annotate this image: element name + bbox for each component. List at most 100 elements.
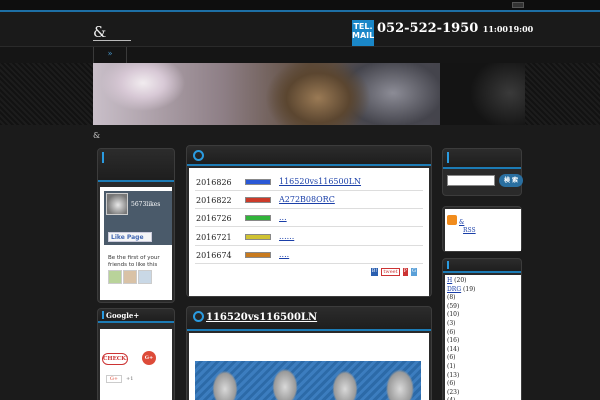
googleplus-widget-header: Google+ xyxy=(98,309,174,323)
face-avatar xyxy=(108,270,122,284)
category-item[interactable]: (6) xyxy=(447,329,521,338)
post-title[interactable]: 116520vs116500LN xyxy=(206,312,317,323)
post-panel: 116520vs116500LN xyxy=(186,306,432,400)
category-count: (6) xyxy=(447,354,456,362)
facebook-widget: 5673likes Like Page Be the first of your… xyxy=(97,148,175,303)
tel-badge-label: TEL. MAIL xyxy=(352,22,375,40)
category-item[interactable]: (10) xyxy=(447,311,521,320)
news-date: 2016726 xyxy=(196,214,232,224)
header-bar-icon xyxy=(447,261,449,269)
post-image-bracelets[interactable] xyxy=(195,361,421,400)
site-header: & TEL. MAIL 052-522-1950 11:0019:00 xyxy=(0,14,600,59)
news-link[interactable]: A272B08ORC xyxy=(279,195,335,204)
news-link[interactable]: ... xyxy=(279,213,287,222)
category-widget-header xyxy=(443,259,521,273)
news-label-swatch xyxy=(245,251,271,258)
news-link[interactable]: ...... xyxy=(279,232,294,241)
breadcrumb[interactable]: & xyxy=(93,131,100,140)
news-row: 2016726... xyxy=(195,209,423,228)
search-button[interactable]: 検 索 xyxy=(499,174,523,187)
news-date: 2016826 xyxy=(196,178,232,187)
check-badge[interactable]: CHECK! xyxy=(102,353,128,365)
category-item[interactable]: (8) xyxy=(447,294,521,303)
googleplus-widget-body: CHECK! G+ G+ +1 xyxy=(100,329,172,400)
category-count: (19) xyxy=(463,285,476,293)
rss-link[interactable]: & RSS xyxy=(459,219,476,235)
category-link[interactable]: DRG xyxy=(447,286,461,293)
category-item[interactable]: (14) xyxy=(447,346,521,355)
facebook-page-box[interactable]: 5673likes Like Page xyxy=(104,191,172,245)
category-item[interactable]: (6) xyxy=(447,354,521,363)
news-label-swatch xyxy=(245,179,271,185)
news-row: 2016674.... xyxy=(195,246,423,264)
category-count: (59) xyxy=(447,302,460,310)
news-panel-header xyxy=(187,146,431,166)
news-label-swatch xyxy=(245,215,271,222)
category-count: (10) xyxy=(447,311,460,319)
news-row: 2016822 A272B08ORC xyxy=(195,191,423,210)
category-item[interactable]: DRG (19) xyxy=(447,286,521,295)
circle-icon xyxy=(193,150,204,161)
news-panel: 2016826 116520vs116500LN 2016822 A272B08ORC… xyxy=(186,145,432,297)
news-date: 2016674 xyxy=(196,250,232,260)
category-count: (16) xyxy=(447,337,460,345)
category-item[interactable]: (1) xyxy=(447,363,521,372)
top-strip xyxy=(0,0,600,12)
category-item[interactable]: (13) xyxy=(447,372,521,381)
category-count: (1) xyxy=(447,362,456,370)
face-avatar xyxy=(123,270,137,284)
facebook-widget-body: 5673likes Like Page Be the first of your… xyxy=(100,187,172,300)
category-widget: H (20) DRG (19) (8) (59) (10) (3) (6) (16… xyxy=(442,258,522,400)
rss-widget: & RSS xyxy=(442,206,522,252)
nav-item-home[interactable]: » xyxy=(93,47,127,64)
facebook-invite-text: Be the first of your friends to like thi… xyxy=(108,255,160,268)
plusone-count: +1 xyxy=(126,376,134,382)
news-date: 2016822 xyxy=(196,196,232,206)
hatena-bookmark-icon[interactable]: B! xyxy=(370,268,379,276)
category-item[interactable]: (23) xyxy=(447,389,521,398)
news-label-swatch xyxy=(245,233,271,240)
category-count: (8) xyxy=(447,294,456,302)
search-widget: 検 索 xyxy=(442,148,523,196)
news-link[interactable]: 116520vs116500LN xyxy=(279,177,361,186)
facebook-widget-header xyxy=(98,149,174,182)
post-panel-header: 116520vs116500LN xyxy=(187,307,431,331)
category-count: (6) xyxy=(447,328,456,336)
rss-line1: & xyxy=(459,219,465,226)
pinterest-icon[interactable]: P xyxy=(402,268,408,276)
rss-widget-body: & RSS xyxy=(445,209,521,251)
search-input[interactable] xyxy=(447,175,495,186)
news-date: 2016721 xyxy=(196,232,232,242)
share-icon[interactable]: G xyxy=(411,268,417,276)
category-count: (23) xyxy=(447,388,460,396)
category-item[interactable]: (6) xyxy=(447,380,521,389)
news-label-swatch xyxy=(245,197,271,204)
plusone-button[interactable]: G+ xyxy=(106,375,122,383)
category-link[interactable]: H xyxy=(447,277,452,284)
site-name[interactable]: & xyxy=(93,23,131,41)
googleplus-icon[interactable]: G+ xyxy=(142,351,156,365)
category-count: (6) xyxy=(447,380,456,388)
category-item[interactable]: (59) xyxy=(447,303,521,312)
category-item[interactable]: (3) xyxy=(447,320,521,329)
category-list: H (20) DRG (19) (8) (59) (10) (3) (6) (16… xyxy=(445,275,521,400)
mini-box xyxy=(512,2,524,8)
category-item[interactable]: H (20) xyxy=(447,277,521,286)
category-count: (20) xyxy=(454,277,467,284)
tel-number: 052-522-1950 11:0019:00 xyxy=(377,21,533,36)
header-bar-icon xyxy=(447,152,449,163)
share-buttons: B! tweet P G xyxy=(370,268,417,276)
news-panel-body: 2016826 116520vs116500LN 2016822 A272B08ORC… xyxy=(189,168,429,296)
news-row: 2016721...... xyxy=(195,228,423,246)
news-link[interactable]: .... xyxy=(279,250,289,259)
tweet-button[interactable]: tweet xyxy=(381,268,400,276)
facebook-like-button[interactable]: Like Page xyxy=(108,232,152,242)
facebook-page-avatar xyxy=(106,193,128,215)
googleplus-title: Google+ xyxy=(106,311,140,320)
category-item[interactable]: (16) xyxy=(447,337,521,346)
news-row: 2016826 116520vs116500LN xyxy=(195,173,423,191)
category-widget-body: H (20) DRG (19) (8) (59) (10) (3) (6) (16… xyxy=(445,275,521,400)
facebook-like-count: 5673likes xyxy=(131,201,161,208)
main-nav: » xyxy=(0,46,600,64)
rss-icon[interactable] xyxy=(447,215,457,225)
